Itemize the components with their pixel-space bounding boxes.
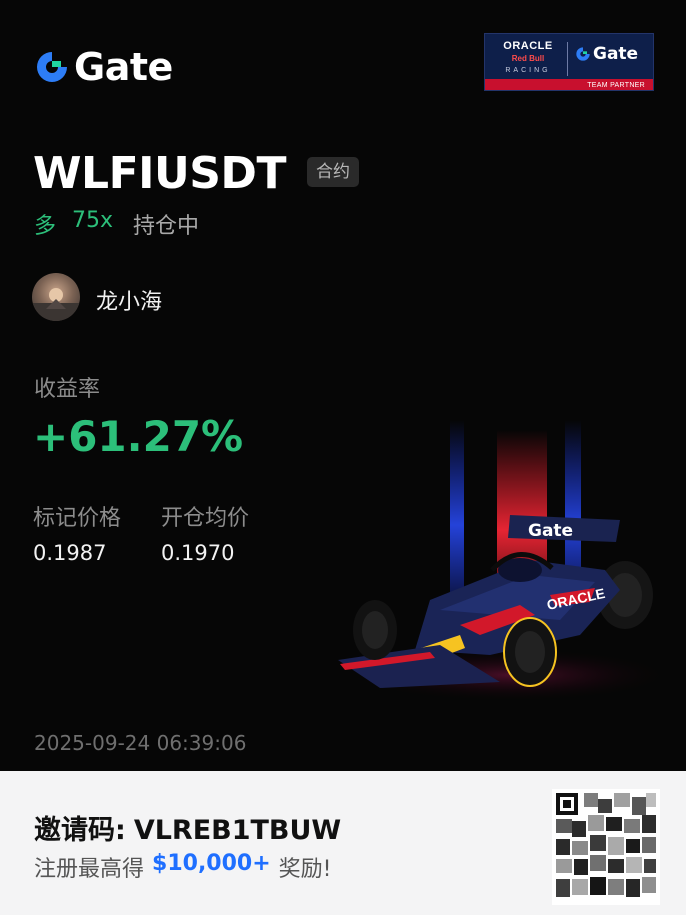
share-card: Gate ORACLE Red Bull RACING Gate TEAM PA… [0, 0, 686, 915]
partner-badge-footer-text: TEAM PARTNER [587, 82, 645, 89]
mark-price-value: 0.1987 [33, 541, 107, 565]
mark-price-label: 标记价格 [33, 506, 122, 531]
timestamp: 2025-09-24 06:39:06 [34, 731, 247, 755]
bonus-line: 注册最高得 $10,000+ 奖励! [34, 851, 331, 883]
entry-price-value: 0.1970 [161, 541, 235, 565]
partner-badge-footer: TEAM PARTNER [485, 79, 653, 90]
gate-logo-icon [37, 52, 67, 82]
username: 龙小海 [96, 290, 163, 315]
qr-code-icon[interactable] [552, 789, 660, 905]
invite-code[interactable]: VLREB1TBUW [134, 815, 341, 846]
position-leverage: 75x [72, 208, 114, 233]
partner-badge-gate-text: Gate [593, 44, 639, 64]
gate-small-logo-icon [576, 47, 590, 61]
roi-value: +61.27% [33, 412, 244, 461]
gate-logo-text: Gate [74, 45, 173, 89]
avatar [32, 273, 80, 321]
partner-badge: ORACLE Red Bull RACING Gate TEAM PARTNER [484, 33, 654, 91]
partner-badge-divider [567, 42, 568, 76]
contract-tag: 合约 [307, 157, 359, 187]
svg-text:Gate: Gate [528, 521, 573, 541]
partner-badge-oracle: ORACLE [503, 40, 553, 52]
invite-label: 邀请码: [34, 815, 126, 846]
position-status: 持仓中 [133, 214, 200, 239]
avatar-image [32, 288, 80, 321]
partner-badge-racing: RACING [505, 67, 551, 74]
roi-label: 收益率 [34, 377, 101, 402]
partner-badge-redbull: Red Bull [511, 54, 545, 63]
partner-badge-gate: Gate [575, 44, 638, 64]
bonus-prefix: 注册最高得 [34, 857, 145, 882]
bonus-amount: $10,000+ [152, 851, 271, 876]
trading-pair: WLFIUSDT [33, 148, 286, 199]
gate-logo: Gate [34, 45, 173, 89]
position-line: 多 75x 持仓中 [34, 208, 199, 240]
position-direction: 多 [34, 214, 57, 239]
bonus-suffix: 奖励! [278, 857, 332, 882]
f1-car-illustration: Gate ORACLE [338, 420, 680, 703]
invite-line: 邀请码: VLREB1TBUW [34, 808, 341, 847]
entry-price-label: 开仓均价 [161, 506, 250, 531]
